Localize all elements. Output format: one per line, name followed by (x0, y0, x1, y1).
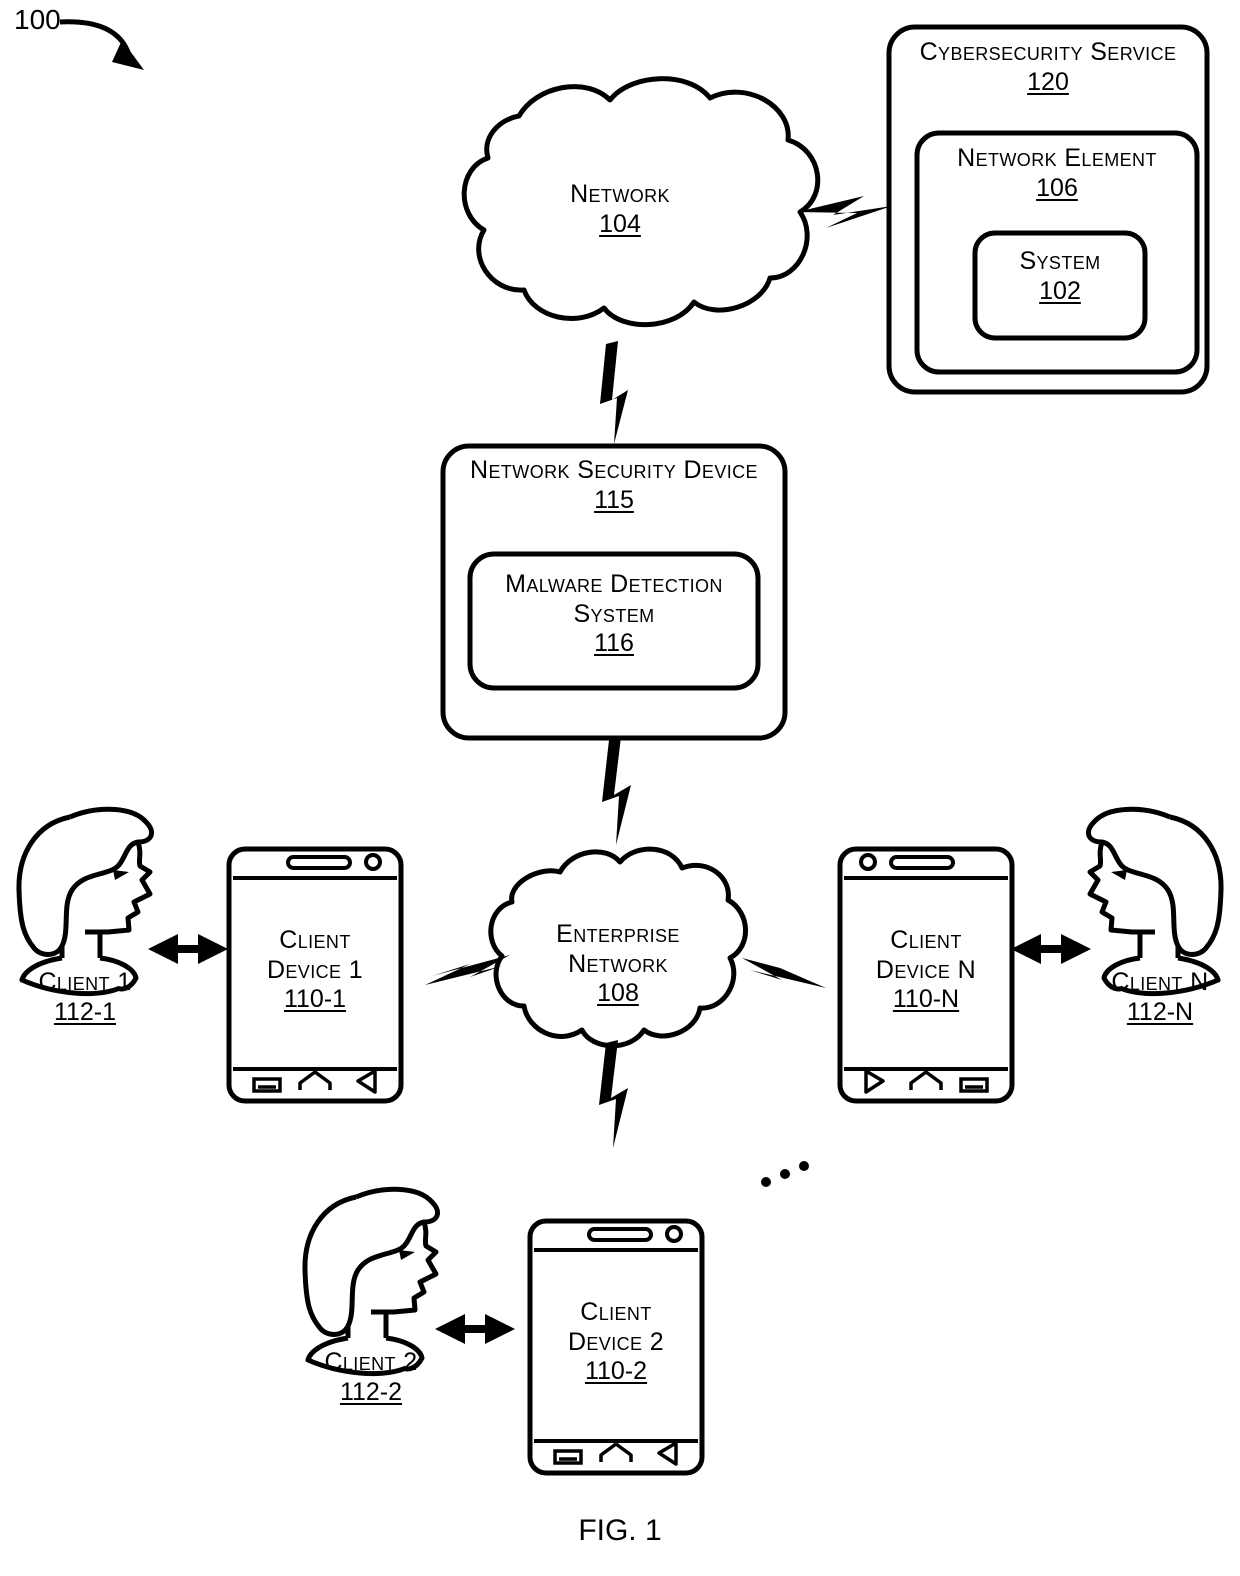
lightning-security-device-to-enterprise (602, 737, 631, 845)
network-security-device-ref: 115 (594, 485, 634, 514)
lightning-enterprise-to-device-2 (599, 1040, 628, 1148)
network-element-title: Network Element (957, 144, 1157, 172)
enterprise-network-title-2: Network (568, 949, 668, 978)
client-n-avatar-icon (1085, 806, 1224, 997)
client-n-label: Client N 112-N (1080, 968, 1240, 1027)
client-device-1-ref: 110-1 (283, 985, 347, 1013)
more-devices-ellipsis-icon (761, 1161, 809, 1187)
client-2-title: Client 2 (324, 1348, 418, 1376)
figure-system-ref: 100 (14, 4, 61, 35)
cybersecurity-service-title: Cybersecurity Service (919, 38, 1177, 66)
client-device-2-ref: 110-2 (584, 1357, 648, 1385)
network-cloud-label: Network 104 (500, 180, 740, 239)
client-1-ref: 112-1 (53, 997, 117, 1026)
enterprise-network-ref: 108 (597, 979, 639, 1007)
client-device-n-title-2: Device N (875, 955, 977, 984)
arrow-client-1-to-device-1 (148, 934, 228, 964)
malware-detection-system-ref: 116 (594, 629, 634, 657)
client-n-ref: 112-N (1126, 997, 1194, 1026)
client-1-label: Client 1 112-1 (5, 968, 165, 1027)
malware-detection-system-title-2: System (573, 599, 655, 628)
lightning-network-to-security-device (600, 341, 628, 444)
client-2-label: Client 2 112-2 (291, 1348, 451, 1407)
arrow-client-2-to-device-2 (435, 1314, 515, 1344)
client-1-title: Client 1 (38, 968, 132, 996)
client-1-avatar-icon (16, 806, 155, 997)
client-n-eye-icon (1111, 870, 1127, 880)
figure-caption: FIG. 1 (578, 1514, 662, 1547)
network-cloud-ref: 104 (599, 209, 641, 238)
network-security-device-title: Network Security Device (470, 456, 758, 484)
client-device-2-title-1: Client (580, 1298, 652, 1326)
client-1-eye-icon (113, 870, 129, 880)
system-label: System 102 (975, 247, 1145, 306)
client-device-1-title-2: Device 1 (266, 955, 364, 984)
cybersecurity-service-label: Cybersecurity Service 120 (889, 38, 1207, 97)
client-2-avatar-icon (302, 1186, 441, 1377)
enterprise-network-title-1: Enterprise (556, 920, 680, 948)
client-device-1-label: Client Device 1 110-1 (229, 926, 401, 1015)
client-device-1-title-1: Client (279, 926, 351, 954)
leader-arrowhead-100 (112, 40, 144, 70)
client-n-title: Client N (1111, 968, 1209, 996)
network-cloud-title: Network (570, 180, 670, 208)
malware-detection-system-title-1: Malware Detection (505, 570, 723, 598)
client-device-n-ref: 110-N (892, 985, 960, 1013)
system-title: System (1019, 247, 1101, 275)
client-device-n-label: Client Device N 110-N (840, 926, 1012, 1015)
network-security-device-label: Network Security Device 115 (438, 456, 790, 515)
client-2-eye-icon (399, 1250, 415, 1260)
client-device-2-label: Client Device 2 110-2 (530, 1298, 702, 1387)
network-element-ref: 106 (1036, 173, 1078, 202)
network-element-label: Network Element 106 (917, 144, 1197, 203)
enterprise-network-label: Enterprise Network 108 (503, 920, 733, 1009)
arrow-client-n-to-device-n (1011, 934, 1091, 964)
client-device-2-title-2: Device 2 (567, 1327, 665, 1356)
client-2-ref: 112-2 (339, 1377, 403, 1406)
lightning-enterprise-to-device-n (742, 958, 826, 988)
cybersecurity-service-ref: 120 (1027, 67, 1069, 96)
malware-detection-system-label: Malware Detection System 116 (470, 570, 758, 659)
leader-line-100 (59, 19, 131, 54)
system-ref: 102 (1039, 276, 1081, 305)
client-device-n-title-1: Client (890, 926, 962, 954)
